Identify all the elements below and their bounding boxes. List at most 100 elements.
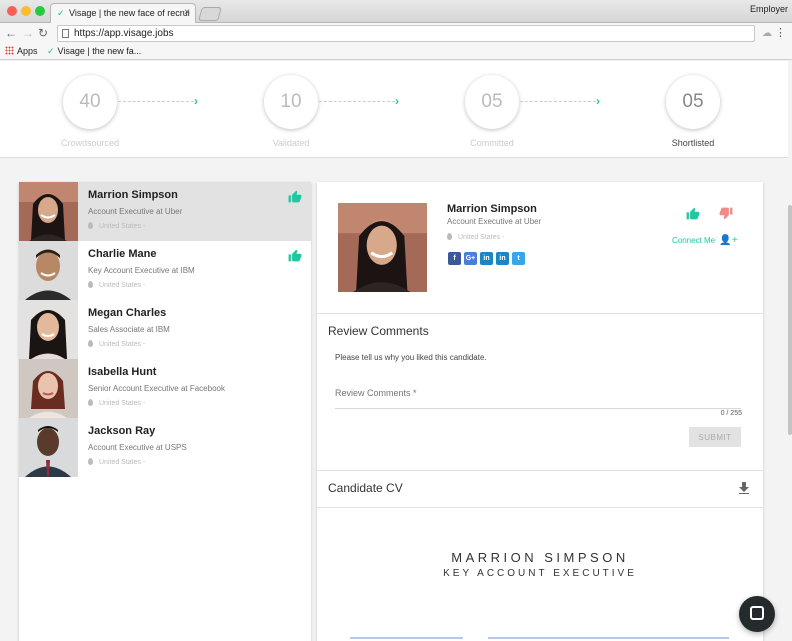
- thumbs-down-icon[interactable]: [719, 207, 733, 220]
- stage-validated[interactable]: 10 Validated: [241, 75, 341, 148]
- candidate-title: Account Executive at USPS: [88, 443, 187, 452]
- location-pin-icon: [88, 458, 93, 465]
- tab-close-button[interactable]: ×: [184, 4, 190, 22]
- location-pin-icon: [447, 233, 452, 240]
- candidate-avatar: [19, 418, 78, 477]
- thumbs-up-icon[interactable]: [686, 207, 700, 220]
- page-info-icon[interactable]: [62, 29, 69, 38]
- stage-count: 05: [666, 75, 720, 129]
- cv-document-name: MARRION SIMPSON: [451, 550, 629, 565]
- stage-shortlisted[interactable]: 05 Shortlisted: [643, 75, 743, 148]
- candidate-location: United States -: [88, 399, 145, 407]
- thumbs-up-icon[interactable]: [288, 190, 302, 203]
- detail-title: Account Executive at Uber: [447, 217, 542, 226]
- candidate-name: Charlie Mane: [88, 248, 157, 260]
- chat-support-button[interactable]: [739, 596, 775, 632]
- stage-connector: [520, 101, 596, 102]
- candidate-title: Account Executive at Uber: [88, 207, 183, 216]
- apps-grid-icon: [5, 46, 14, 55]
- back-arrow-icon[interactable]: ←: [5, 26, 17, 40]
- google-plus-icon[interactable]: G+: [464, 252, 477, 265]
- stage-count: 40: [63, 75, 117, 129]
- detail-name: Marrion Simpson: [447, 203, 537, 215]
- extension-icon[interactable]: ☁: [762, 28, 772, 39]
- candidate-row[interactable]: Charlie Mane Key Account Executive at IB…: [19, 241, 311, 300]
- location-pin-icon: [88, 222, 93, 229]
- candidate-list: Marrion Simpson Account Executive at Ube…: [19, 182, 311, 641]
- close-window-button[interactable]: [7, 6, 17, 16]
- connect-label: Connect Me: [672, 236, 716, 245]
- facebook-icon[interactable]: f: [448, 252, 461, 265]
- chevron-right-icon: ›: [395, 94, 399, 108]
- browser-menu-icon[interactable]: ⋮: [775, 26, 786, 39]
- submit-button[interactable]: SUBMIT: [689, 427, 741, 447]
- cv-heading: Candidate CV: [328, 481, 403, 495]
- new-tab-button[interactable]: [198, 7, 222, 21]
- candidate-row[interactable]: Megan Charles Sales Associate at IBM Uni…: [19, 300, 311, 359]
- candidate-location: United States -: [88, 222, 145, 230]
- address-bar: ← → ↻ https://app.visage.jobs ☁ ⋮: [0, 23, 792, 44]
- visage-favicon-icon: ✓: [47, 46, 55, 56]
- tab-title: Visage | the new face of recrui: [69, 8, 190, 18]
- bookmark-label: Apps: [17, 46, 38, 56]
- url-text: https://app.visage.jobs: [74, 28, 174, 39]
- stage-label: Committed: [470, 138, 514, 148]
- candidate-title: Sales Associate at IBM: [88, 325, 170, 334]
- social-links: f G+ in in t: [448, 252, 525, 265]
- candidate-title: Key Account Executive at IBM: [88, 266, 195, 275]
- chat-bubble-icon: [750, 606, 764, 620]
- candidate-avatar: [19, 241, 78, 300]
- pipeline-stages: 40 Crowdsourced › 10 Validated › 05 Comm…: [0, 61, 788, 158]
- reload-icon[interactable]: ↻: [38, 26, 48, 40]
- review-comments-input[interactable]: [335, 377, 741, 409]
- bookmarks-bar: Apps ✓ Visage | the new fa...: [0, 44, 792, 60]
- linkedin-icon[interactable]: in: [480, 252, 493, 265]
- candidate-name: Jackson Ray: [88, 425, 156, 437]
- visage-favicon-icon: ✓: [57, 8, 65, 18]
- candidate-location: United States -: [88, 458, 145, 466]
- maximize-window-button[interactable]: [35, 6, 45, 16]
- browser-titlebar: ✓ Visage | the new face of recrui × Empl…: [0, 0, 792, 23]
- stage-connector: [118, 101, 194, 102]
- url-input[interactable]: https://app.visage.jobs: [57, 25, 755, 42]
- location-pin-icon: [88, 340, 93, 347]
- candidate-location: United States -: [88, 281, 145, 289]
- candidate-photo: [338, 203, 427, 292]
- candidate-row[interactable]: Isabella Hunt Senior Account Executive a…: [19, 359, 311, 418]
- candidate-title: Senior Account Executive at Facebook: [88, 384, 225, 393]
- forward-arrow-icon[interactable]: →: [22, 26, 34, 40]
- download-icon[interactable]: [739, 482, 749, 494]
- stage-crowdsourced[interactable]: 40 Crowdsourced: [40, 75, 140, 148]
- chevron-right-icon: ›: [194, 94, 198, 108]
- candidate-row[interactable]: Marrion Simpson Account Executive at Ube…: [19, 182, 311, 241]
- linkedin-icon[interactable]: in: [496, 252, 509, 265]
- cv-rule: [350, 637, 463, 639]
- chevron-right-icon: ›: [596, 94, 600, 108]
- bookmark-visage[interactable]: ✓ Visage | the new fa...: [47, 44, 141, 59]
- browser-tab[interactable]: ✓ Visage | the new face of recrui ×: [50, 3, 196, 23]
- twitter-icon[interactable]: t: [512, 252, 525, 265]
- stage-label: Shortlisted: [671, 138, 715, 148]
- cv-rule: [488, 637, 729, 639]
- candidate-name: Marrion Simpson: [88, 189, 178, 201]
- minimize-window-button[interactable]: [21, 6, 31, 16]
- profile-name[interactable]: Employer: [750, 4, 788, 14]
- thumbs-up-icon[interactable]: [288, 249, 302, 262]
- stage-label: Crowdsourced: [60, 138, 120, 148]
- review-prompt: Please tell us why you liked this candid…: [335, 353, 487, 362]
- candidate-location: United States -: [88, 340, 145, 348]
- candidate-row[interactable]: Jackson Ray Account Executive at USPS Un…: [19, 418, 311, 477]
- stage-count: 05: [465, 75, 519, 129]
- stage-committed[interactable]: 05 Committed: [442, 75, 542, 148]
- bookmark-apps[interactable]: Apps: [5, 44, 38, 59]
- scrollbar-thumb[interactable]: [788, 205, 792, 435]
- candidate-avatar: [19, 359, 78, 418]
- connect-me-link[interactable]: Connect Me 👤+: [672, 235, 738, 246]
- candidate-avatar: [19, 182, 78, 241]
- detail-location: United States -: [447, 233, 504, 241]
- candidate-name: Megan Charles: [88, 307, 167, 319]
- section-divider: [317, 507, 763, 508]
- stage-count: 10: [264, 75, 318, 129]
- bookmark-label: Visage | the new fa...: [57, 46, 142, 56]
- review-heading: Review Comments: [328, 324, 429, 338]
